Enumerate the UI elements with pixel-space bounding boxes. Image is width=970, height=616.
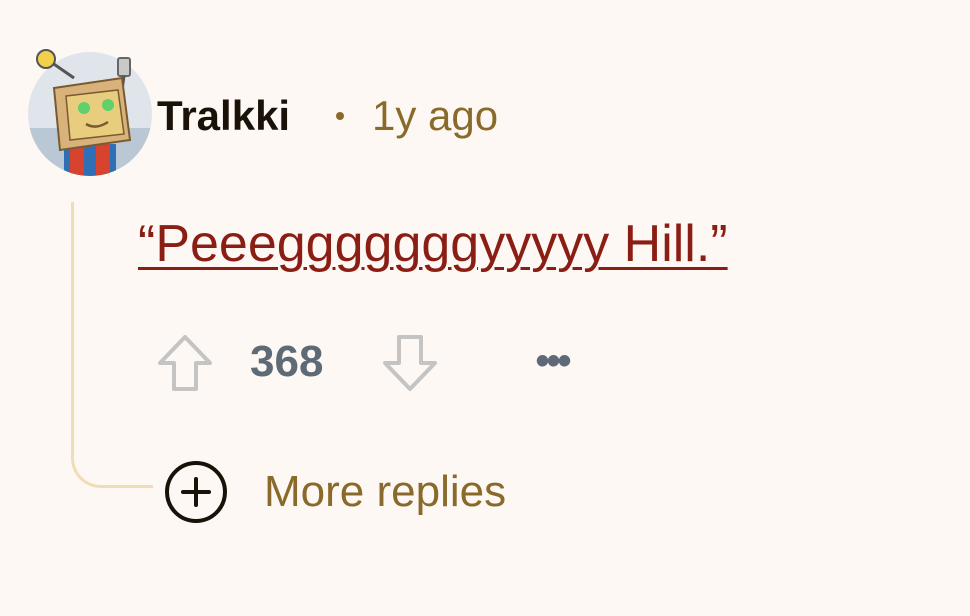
username[interactable]: Tralkki: [157, 90, 290, 142]
more-replies-label: More replies: [264, 467, 507, 516]
dot-separator: [336, 112, 344, 120]
avatar-robot-icon: [28, 49, 152, 176]
timestamp[interactable]: 1y ago: [372, 90, 498, 142]
overflow-dots-icon: •••: [535, 339, 571, 383]
more-replies-button[interactable]: More replies: [164, 460, 506, 524]
downvote-button[interactable]: [380, 332, 440, 394]
plus-circle-icon: [165, 461, 227, 523]
vote-score: 368: [250, 337, 324, 386]
comment-body-link[interactable]: “Peeegggggggyyyyy Hill.”: [138, 212, 728, 276]
upvote-button[interactable]: [155, 332, 215, 394]
avatar[interactable]: [26, 48, 154, 178]
more-options-button[interactable]: •••: [528, 339, 576, 383]
arrow-up-icon: [158, 335, 212, 391]
arrow-down-icon: [383, 335, 437, 391]
